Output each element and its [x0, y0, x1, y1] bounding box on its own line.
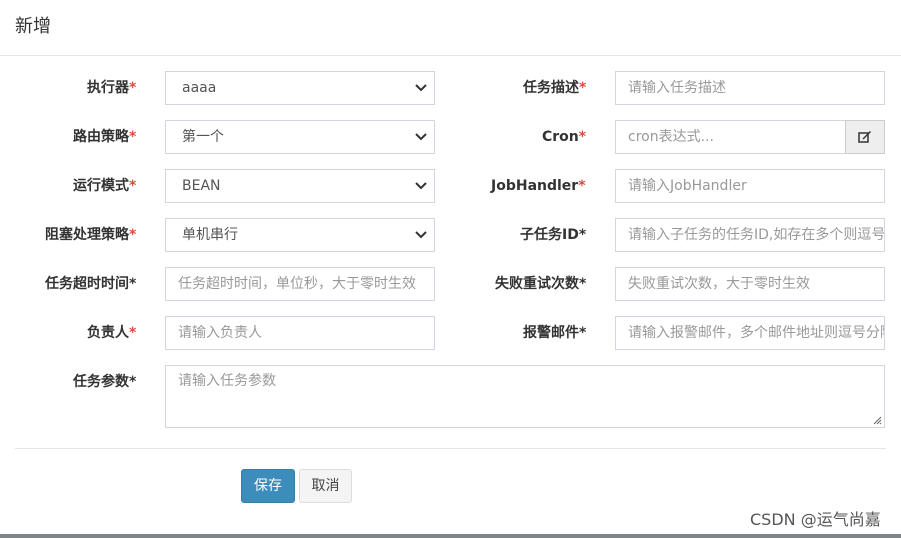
job-desc-label: 任务描述*	[523, 80, 587, 96]
alarm-email-input[interactable]: 请输入报警邮件，多个邮件地址则逗号分隔	[615, 316, 885, 350]
block-strategy-label: 阻塞处理策略*	[45, 227, 137, 243]
cron-input[interactable]: cron表达式...	[615, 120, 846, 154]
alarm-email-label: 报警邮件*	[523, 325, 587, 341]
fail-retry-label: 失败重试次数*	[495, 276, 587, 292]
child-job-id-label: 子任务ID*	[520, 227, 587, 243]
executor-select[interactable]: aaaa	[165, 71, 435, 105]
block-strategy-select[interactable]: 单机串行	[165, 218, 435, 252]
params-textarea[interactable]: 请输入任务参数	[165, 365, 885, 428]
backdrop-edge	[0, 534, 901, 538]
add-job-modal: 新增 执行器* aaaa 任务描述* 请输入任务描述 路由策略* 第一个 Cro…	[0, 0, 901, 534]
timeout-input[interactable]: 任务超时时间，单位秒，大于零时生效	[165, 267, 435, 301]
cron-label: Cron*	[542, 129, 587, 145]
resize-handle-icon[interactable]	[873, 416, 882, 425]
timeout-label: 任务超时时间*	[45, 276, 137, 292]
params-placeholder: 请输入任务参数	[178, 373, 276, 389]
glue-type-select-value: BEAN	[182, 178, 221, 194]
job-handler-input[interactable]: 请输入JobHandler	[615, 169, 885, 203]
executor-select-value: aaaa	[182, 80, 217, 96]
block-strategy-select-value: 单机串行	[182, 227, 238, 243]
footer-divider	[15, 448, 886, 449]
csdn-watermark: CSDN @运气尚嘉	[750, 510, 881, 529]
glue-type-select[interactable]: BEAN	[165, 169, 435, 203]
chevron-down-icon	[415, 133, 427, 141]
modal-title: 新增	[15, 16, 51, 37]
glue-type-label: 运行模式*	[73, 178, 137, 194]
job-desc-input[interactable]: 请输入任务描述	[615, 71, 885, 105]
author-label: 负责人*	[87, 325, 137, 341]
edit-icon	[858, 131, 871, 143]
route-strategy-label: 路由策略*	[73, 129, 137, 145]
chevron-down-icon	[415, 182, 427, 190]
child-job-id-input[interactable]: 请输入子任务的任务ID,如存在多个则逗号分隔	[615, 218, 885, 252]
cancel-button[interactable]: 取消	[299, 469, 352, 503]
cron-edit-button[interactable]	[845, 120, 885, 154]
author-input[interactable]: 请输入负责人	[165, 316, 435, 350]
route-strategy-select-value: 第一个	[182, 129, 224, 145]
route-strategy-select[interactable]: 第一个	[165, 120, 435, 154]
params-label: 任务参数*	[73, 374, 137, 390]
modal-header: 新增	[0, 0, 901, 56]
fail-retry-input[interactable]: 失败重试次数，大于零时生效	[615, 267, 885, 301]
job-handler-label: JobHandler*	[491, 178, 586, 194]
executor-label: 执行器*	[87, 80, 137, 96]
chevron-down-icon	[415, 231, 427, 239]
chevron-down-icon	[415, 84, 427, 92]
save-button[interactable]: 保存	[241, 469, 295, 503]
